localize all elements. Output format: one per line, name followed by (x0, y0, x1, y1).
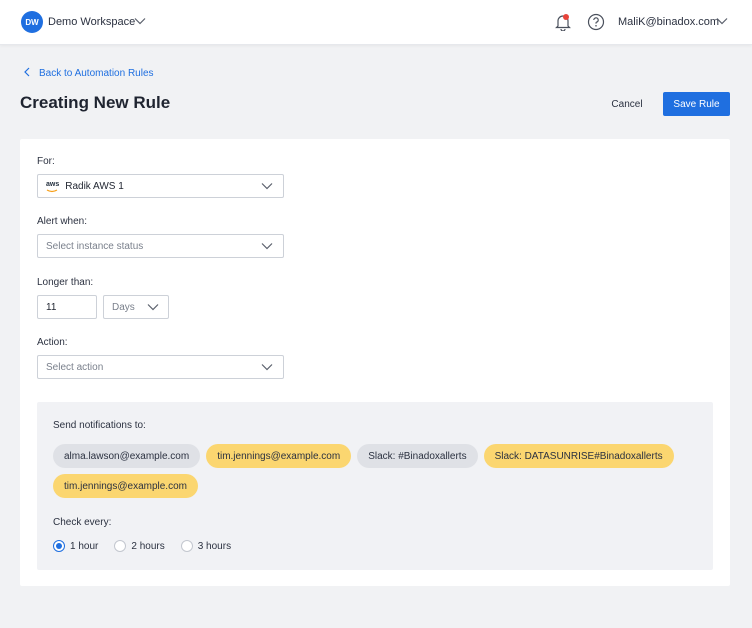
notification-badge (563, 14, 569, 20)
notifications-panel: Send notifications to: alma.lawson@examp… (37, 402, 713, 570)
help-icon[interactable] (587, 13, 605, 34)
send-notifications-label: Send notifications to: (53, 420, 146, 431)
check-interval-group: 1 hour 2 hours 3 hours (53, 540, 231, 552)
chevron-down-icon[interactable] (134, 16, 146, 28)
chevron-left-icon (24, 67, 30, 80)
recipient-chip[interactable]: tim.jennings@example.com (206, 444, 352, 468)
duration-unit-select[interactable]: Days (103, 295, 169, 319)
account-select-value: Radik AWS 1 (65, 180, 124, 192)
top-bar: DW Demo Workspace MaliK@binadox.com (0, 0, 752, 45)
save-rule-button[interactable]: Save Rule (663, 92, 730, 116)
cancel-button[interactable]: Cancel (606, 92, 648, 116)
aws-smile-icon (46, 189, 58, 193)
workspace-avatar[interactable]: DW (21, 11, 43, 33)
user-email[interactable]: MaliK@binadox.com (618, 16, 719, 28)
longer-than-label: Longer than: (37, 277, 94, 288)
page-title: Creating New Rule (20, 93, 171, 112)
back-to-rules-link[interactable]: Back to Automation Rules (24, 67, 154, 80)
duration-unit-value: Days (112, 301, 135, 313)
interval-option-2-hours[interactable]: 2 hours (114, 540, 165, 552)
back-link-label: Back to Automation Rules (39, 68, 154, 79)
interval-option-3-hours[interactable]: 3 hours (180, 540, 232, 552)
instance-status-placeholder: Select instance status (46, 240, 144, 252)
check-every-label: Check every: (53, 517, 112, 528)
recipient-chip[interactable]: Slack: DATASUNRISE#Binadoxallerts (483, 444, 674, 468)
interval-option-label: 1 hour (70, 540, 99, 552)
action-placeholder: Select action (46, 361, 104, 373)
duration-input[interactable]: 11 (37, 295, 97, 319)
recipient-chip[interactable]: Slack: #Binadoxallerts (357, 444, 478, 468)
radio-icon[interactable] (114, 540, 127, 552)
aws-icon: aws (46, 180, 60, 188)
chevron-down-icon (261, 182, 273, 193)
radio-selected-icon[interactable] (53, 540, 65, 552)
recipient-chip[interactable]: alma.lawson@example.com (53, 444, 201, 468)
radio-icon[interactable] (180, 540, 193, 552)
for-label: For: (37, 156, 55, 167)
instance-status-select[interactable]: Select instance status (37, 234, 284, 258)
alert-when-label: Alert when: (37, 216, 88, 227)
interval-option-label: 3 hours (197, 540, 232, 552)
chevron-down-icon (261, 363, 273, 374)
workspace-name[interactable]: Demo Workspace (48, 16, 135, 28)
chevron-down-icon[interactable] (716, 16, 728, 28)
action-select[interactable]: Select action (37, 355, 284, 379)
action-label: Action: (37, 337, 68, 348)
chevron-down-icon (147, 303, 159, 314)
interval-option-label: 2 hours (131, 540, 165, 552)
account-select[interactable]: aws Radik AWS 1 (37, 174, 284, 198)
chevron-down-icon (261, 242, 273, 253)
interval-option-1-hour[interactable]: 1 hour (53, 540, 98, 552)
recipient-chip[interactable]: tim.jennings@example.com (53, 474, 198, 498)
recipient-chips: alma.lawson@example.com tim.jennings@exa… (53, 444, 693, 498)
